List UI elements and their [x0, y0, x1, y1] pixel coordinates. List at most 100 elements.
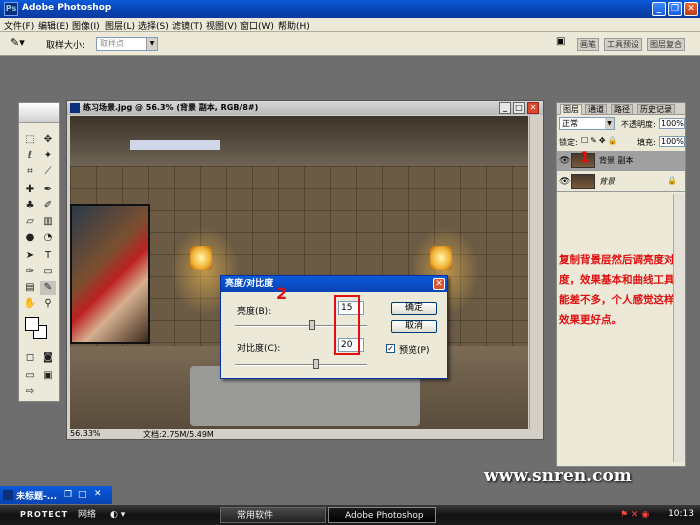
taskbar-item-software[interactable]: 常用软件	[220, 507, 326, 523]
doc-maximize-button[interactable]: □	[513, 102, 525, 114]
move-tool-icon[interactable]: ✥	[40, 133, 56, 147]
layer-thumbnail	[571, 174, 595, 189]
blur-tool-icon[interactable]: ●	[22, 231, 38, 245]
protect-label[interactable]: PROTECT	[4, 507, 68, 523]
layer-row[interactable]: 👁 背景 副本	[557, 151, 685, 171]
doc-minimize-button[interactable]: _	[499, 102, 511, 114]
layer-row[interactable]: 👁 背景 🔒	[557, 172, 685, 192]
tray-icons[interactable]: ⚑ ✕ ◉	[620, 507, 649, 523]
document-window: 练习场景.jpg @ 56.3% (背景 副本, RGB/8#) _ □ ✕ 5…	[66, 100, 544, 440]
hand-tool-icon[interactable]: ✋	[22, 297, 38, 311]
type-tool-icon[interactable]: T	[40, 249, 56, 263]
close-icon[interactable]: ✕	[94, 489, 102, 499]
brightness-slider-thumb[interactable]	[309, 320, 315, 330]
notes-tool-icon[interactable]: ▤	[22, 281, 38, 295]
palette-well-icon[interactable]: ▣	[556, 36, 565, 47]
crop-tool-icon[interactable]: ⌗	[22, 165, 38, 179]
menu-image[interactable]: 图像(I)	[72, 19, 100, 32]
eye-icon[interactable]: 👁	[559, 156, 570, 166]
annotation-number-1: 1	[580, 150, 590, 166]
quickmask-mode-icon[interactable]: ◙	[40, 351, 56, 365]
brightness-label: 亮度(B):	[237, 307, 272, 317]
palette-tab-brushes[interactable]: 画笔	[577, 38, 599, 51]
taskbar-item-photoshop[interactable]: Adobe Photoshop	[328, 507, 436, 523]
maximize-icon[interactable]: □	[78, 490, 87, 500]
tab-channels[interactable]: 通道	[585, 104, 607, 115]
imageready-icon[interactable]: ⇨	[22, 385, 38, 399]
options-bar: ✎▾ 取样大小: 取样点 ▼ ▣ 画笔 工具预设 图层复合	[0, 32, 700, 56]
contrast-slider[interactable]	[235, 364, 367, 366]
magic-wand-icon[interactable]: ✦	[40, 149, 56, 163]
network-label[interactable]: 网络	[62, 507, 96, 523]
lock-icon: 🔒	[667, 176, 677, 185]
layer-name: 背景 副本	[599, 156, 634, 165]
shape-tool-icon[interactable]: ▭	[40, 265, 56, 279]
minimized-doc-title: 未标题-...	[16, 492, 57, 502]
menu-file[interactable]: 文件(F)	[4, 19, 34, 32]
eyedropper-tool-icon[interactable]: ✎	[40, 281, 56, 295]
pen-tool-icon[interactable]: ✑	[22, 265, 38, 279]
close-button[interactable]: ✕	[684, 2, 698, 16]
cancel-button[interactable]: 取消	[391, 320, 437, 333]
menu-window[interactable]: 窗口(W)	[240, 19, 274, 32]
photoshop-icon: Ps	[4, 2, 18, 16]
menu-layer[interactable]: 图层(L)	[105, 19, 135, 32]
fill-input[interactable]: 100%	[659, 136, 685, 147]
foreground-color-swatch[interactable]	[25, 317, 39, 331]
tab-layers[interactable]: 图层	[560, 104, 582, 115]
layers-scrollbar[interactable]	[673, 194, 685, 462]
menu-help[interactable]: 帮助(H)	[278, 19, 310, 32]
menu-select[interactable]: 选择(S)	[138, 19, 169, 32]
eye-icon[interactable]: 👁	[559, 177, 570, 187]
eyedropper-icon[interactable]: ✎▾	[10, 36, 25, 49]
doc-close-button[interactable]: ✕	[527, 102, 539, 114]
fullscreen-mode-icon[interactable]: ▣	[40, 369, 56, 383]
layers-panel-tabs: 图层 通道 路径 历史记录	[557, 103, 685, 115]
standard-mode-icon[interactable]: ◻	[22, 351, 38, 365]
layer-name: 背景	[599, 177, 615, 186]
layers-panel: 图层 通道 路径 历史记录 正常 ▼ 不透明度: 100% 锁定: ☐✎✥🔒 填…	[556, 102, 686, 467]
tab-paths[interactable]: 路径	[611, 104, 633, 115]
scene-ceiling-light	[130, 140, 220, 150]
menu-bar: 文件(F) 编辑(E) 图像(I) 图层(L) 选择(S) 滤镜(T) 视图(V…	[0, 18, 700, 32]
minimized-document[interactable]: 未标题-... ❐ □ ✕	[0, 486, 112, 504]
quicklaunch-icons[interactable]: ◐ ▾	[110, 507, 125, 523]
document-icon	[70, 103, 80, 113]
contrast-slider-thumb[interactable]	[313, 359, 319, 369]
opacity-input[interactable]: 100%	[659, 118, 685, 129]
palette-tab-tool-presets[interactable]: 工具预设	[604, 38, 642, 51]
path-select-icon[interactable]: ➤	[22, 249, 38, 263]
opacity-label: 不透明度:	[621, 120, 656, 129]
blend-mode-select[interactable]: 正常 ▼	[559, 117, 615, 130]
annotation-highlight-box	[334, 295, 360, 355]
healing-brush-icon[interactable]: ✚	[22, 183, 38, 197]
brush-tool-icon[interactable]: ✒	[40, 183, 56, 197]
gradient-tool-icon[interactable]: ▥	[40, 215, 56, 229]
clone-stamp-icon[interactable]: ♣	[22, 199, 38, 213]
palette-tab-layer-comps[interactable]: 图层复合	[647, 38, 685, 51]
watermark: www.snren.com	[484, 466, 632, 486]
dialog-close-button[interactable]: ✕	[433, 278, 445, 290]
lock-icons[interactable]: ☐✎✥🔒	[581, 136, 620, 145]
zoom-level[interactable]: 56.33%	[70, 429, 101, 438]
sample-size-select[interactable]: 取样点 ▼	[96, 37, 158, 51]
tab-history[interactable]: 历史记录	[637, 104, 675, 115]
eraser-tool-icon[interactable]: ▱	[22, 215, 38, 229]
marquee-tool-icon[interactable]: ⬚	[22, 133, 38, 147]
lasso-tool-icon[interactable]: ℓ	[22, 149, 38, 163]
menu-edit[interactable]: 编辑(E)	[38, 19, 69, 32]
image-canvas[interactable]	[70, 116, 528, 429]
ok-button[interactable]: 确定	[391, 302, 437, 315]
preview-checkbox[interactable]: ✓	[386, 344, 395, 353]
history-brush-icon[interactable]: ✐	[40, 199, 56, 213]
vertical-scrollbar[interactable]	[529, 116, 543, 429]
menu-filter[interactable]: 滤镜(T)	[172, 19, 203, 32]
restore-button[interactable]: ❐	[668, 2, 682, 16]
zoom-tool-icon[interactable]: ⚲	[40, 297, 56, 311]
restore-icon[interactable]: ❐	[64, 490, 72, 500]
menu-view[interactable]: 视图(V)	[206, 19, 237, 32]
slice-tool-icon[interactable]: ⟋	[40, 165, 56, 179]
screen-mode-icon[interactable]: ▭	[22, 369, 38, 383]
dodge-tool-icon[interactable]: ◔	[40, 231, 56, 245]
minimize-button[interactable]: _	[652, 2, 666, 16]
